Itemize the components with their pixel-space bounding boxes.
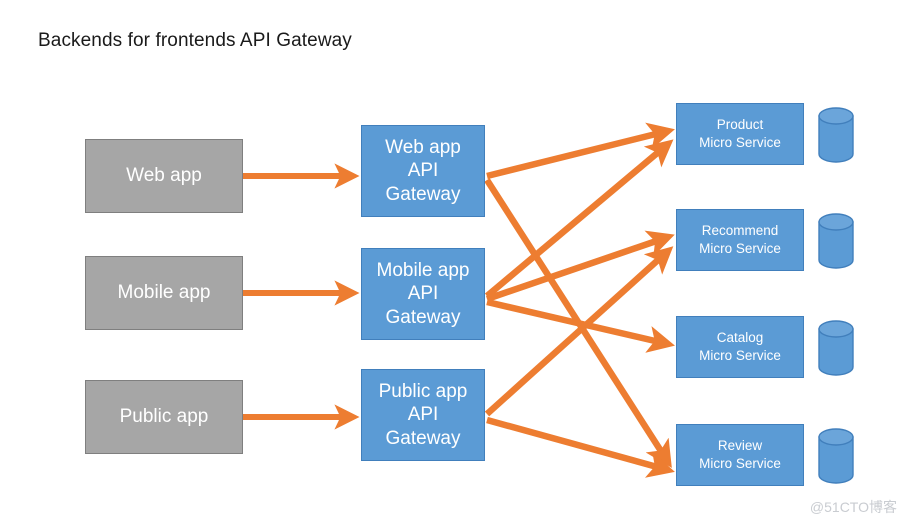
connector-mobile-gateway-to-recommend bbox=[485, 230, 675, 303]
gateway-label-line3: Gateway bbox=[385, 306, 461, 328]
client-box-public-app[interactable]: Public app bbox=[85, 380, 243, 454]
service-label-line1: Review bbox=[717, 437, 763, 453]
service-box-review[interactable]: Review Micro Service bbox=[676, 424, 804, 486]
service-box-product[interactable]: Product Micro Service bbox=[676, 103, 804, 165]
service-label-line1: Product bbox=[716, 116, 764, 132]
client-label: Public app bbox=[119, 406, 209, 428]
gateway-box-web-app[interactable]: Web app API Gateway bbox=[361, 125, 485, 217]
diagram-canvas: Backends for frontends API Gateway Web a… bbox=[0, 0, 911, 527]
database-cylinder-icon-product bbox=[818, 107, 854, 163]
connector-mobile-gateway-to-catalog bbox=[486, 298, 675, 353]
service-label-line1: Recommend bbox=[701, 222, 779, 238]
gateway-label-line2: API bbox=[407, 160, 439, 182]
service-label-line2: Micro Service bbox=[699, 241, 781, 256]
gateway-label-line2: API bbox=[407, 283, 439, 305]
connector-public-gateway-to-review bbox=[486, 416, 675, 478]
watermark: @51CTO博客 bbox=[809, 499, 897, 515]
client-label: Mobile app bbox=[117, 282, 211, 304]
gateway-label-line3: Gateway bbox=[385, 427, 461, 449]
service-box-recommend[interactable]: Recommend Micro Service bbox=[676, 209, 804, 271]
gateway-label-line1: Web app bbox=[385, 137, 461, 159]
gateway-label-line1: Mobile app bbox=[376, 260, 470, 282]
service-label-line1: Catalog bbox=[716, 329, 764, 345]
gateway-label-line2: API bbox=[407, 404, 439, 426]
service-label-line2: Micro Service bbox=[699, 135, 781, 150]
database-cylinder-icon-review bbox=[818, 428, 854, 484]
database-cylinder-icon-catalog bbox=[818, 320, 854, 376]
gateway-label-line3: Gateway bbox=[385, 183, 461, 205]
service-label-line2: Micro Service bbox=[699, 348, 781, 363]
service-label-line2: Micro Service bbox=[699, 456, 781, 471]
client-label: Web app bbox=[126, 165, 202, 187]
client-box-mobile-app[interactable]: Mobile app bbox=[85, 256, 243, 330]
service-box-catalog[interactable]: Catalog Micro Service bbox=[676, 316, 804, 378]
gateway-label-line1: Public app bbox=[378, 381, 468, 403]
client-box-web-app[interactable]: Web app bbox=[85, 139, 243, 213]
database-cylinder-icon-recommend bbox=[818, 213, 854, 269]
gateway-box-public-app[interactable]: Public app API Gateway bbox=[361, 369, 485, 461]
gateway-box-mobile-app[interactable]: Mobile app API Gateway bbox=[361, 248, 485, 340]
